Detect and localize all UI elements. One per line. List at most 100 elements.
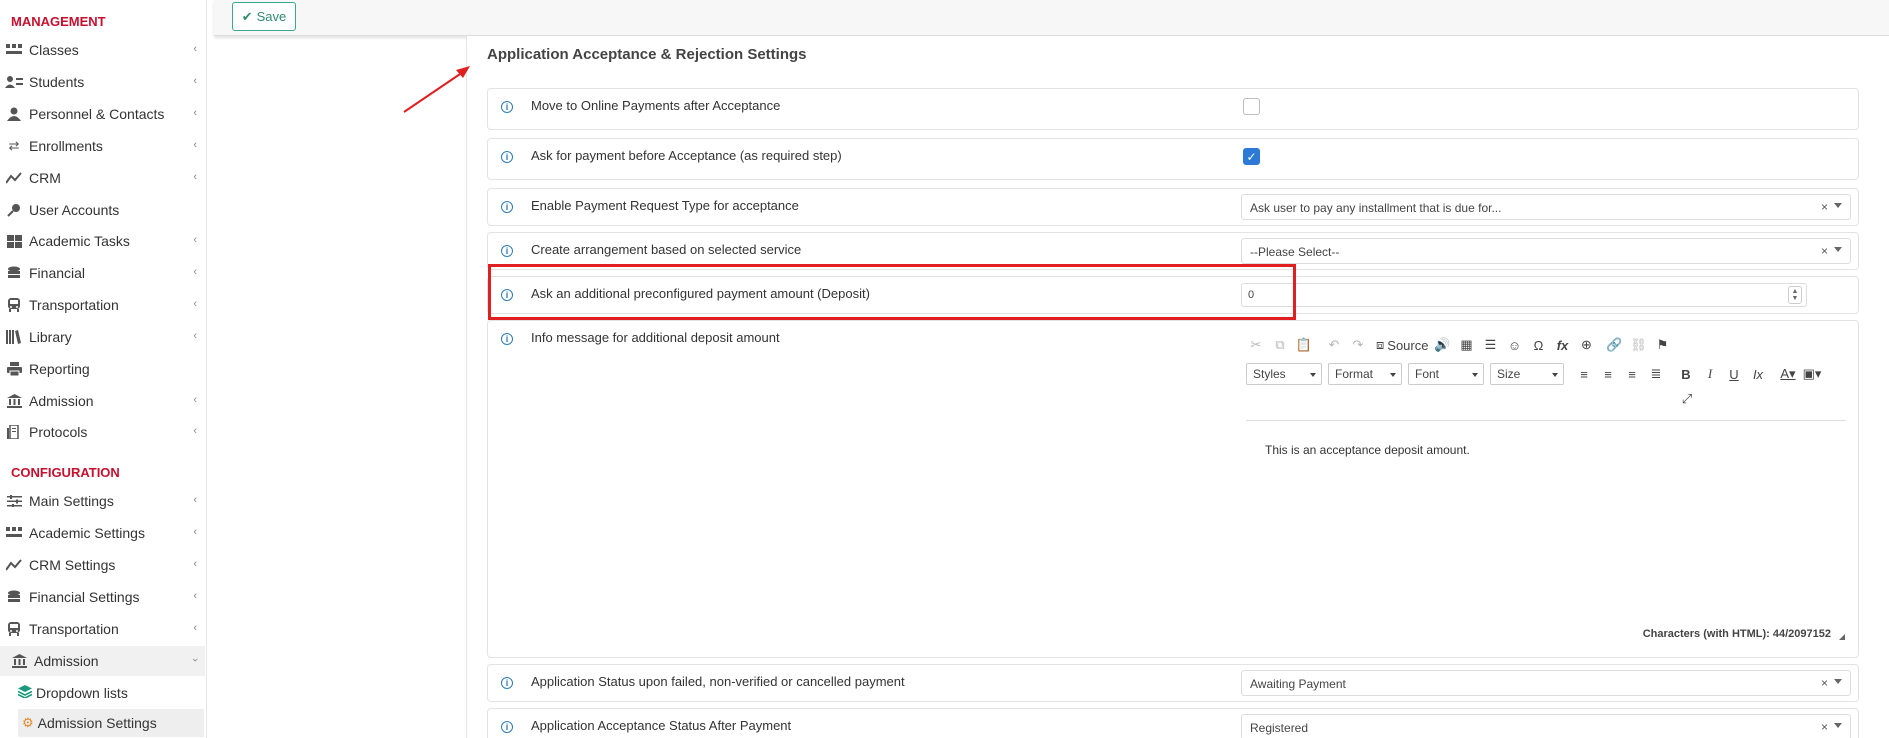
maximize-icon[interactable]: ⤢: [1677, 389, 1697, 409]
sidebar-item-library[interactable]: Library ‹: [0, 322, 205, 352]
setting-row-failed-status: i Application Status upon failed, non-ve…: [487, 664, 1859, 702]
select-value: --Please Select--: [1250, 245, 1340, 259]
sidebar-item-label: Admission: [34, 653, 99, 669]
sidebar-item-user-accounts[interactable]: User Accounts: [0, 195, 205, 225]
chevron-left-icon: ‹: [193, 171, 197, 183]
sidebar-item-financial[interactable]: Financial ‹: [0, 258, 205, 288]
unlink-icon[interactable]: ⛓: [1628, 335, 1648, 355]
chevron-left-icon: ‹: [193, 43, 197, 55]
justify-icon[interactable]: ≣: [1646, 364, 1666, 384]
underline-icon[interactable]: U: [1724, 364, 1744, 384]
format-combo[interactable]: Format: [1328, 363, 1402, 385]
sidebar-item-transportation[interactable]: Transportation ‹: [0, 290, 205, 320]
acceptance-status-select[interactable]: Registered ×: [1241, 714, 1851, 738]
smiley-icon[interactable]: ☺: [1504, 335, 1524, 355]
setting-label: Move to Online Payments after Acceptance: [531, 98, 781, 113]
sidebar-item-crm-settings[interactable]: CRM Settings ‹: [0, 550, 205, 580]
font-combo[interactable]: Font: [1408, 363, 1484, 385]
payment-request-type-select[interactable]: Ask user to pay any installment that is …: [1241, 194, 1851, 220]
sidebar-subitem-admission-settings[interactable]: ⚙ Admission Settings: [18, 709, 204, 737]
text-color-icon[interactable]: A▾: [1778, 364, 1798, 384]
info-icon: i: [501, 721, 513, 733]
table-icon[interactable]: ▦: [1456, 335, 1476, 355]
clear-icon[interactable]: ×: [1821, 720, 1828, 734]
chevron-left-icon: ‹: [193, 622, 197, 634]
key-icon: [3, 203, 25, 217]
bold-icon[interactable]: B: [1676, 364, 1696, 384]
special-char-icon[interactable]: Ω: [1528, 335, 1548, 355]
sidebar-item-label: Classes: [29, 42, 79, 58]
size-combo[interactable]: Size: [1490, 363, 1564, 385]
sidebar-item-protocols[interactable]: Protocols ‹: [0, 417, 205, 447]
background-color-icon[interactable]: ▣▾: [1802, 364, 1822, 384]
sidebar-item-academic-tasks[interactable]: Academic Tasks ‹: [0, 226, 205, 256]
sidebar-item-students[interactable]: Students ‹: [0, 67, 205, 97]
sidebar-item-financial-settings[interactable]: Financial Settings ‹: [0, 582, 205, 612]
clear-icon[interactable]: ×: [1821, 200, 1828, 214]
chevron-left-icon: ‹: [193, 266, 197, 278]
chevron-left-icon: ‹: [193, 298, 197, 310]
anchor-flag-icon[interactable]: ⚑: [1652, 335, 1672, 355]
sidebar-item-label: Reporting: [29, 361, 90, 377]
online-payments-checkbox[interactable]: [1243, 98, 1260, 115]
chevron-left-icon: ‹: [193, 75, 197, 87]
styles-combo[interactable]: Styles: [1246, 363, 1322, 385]
sidebar-item-label: User Accounts: [29, 202, 120, 218]
source-label: Source: [1387, 337, 1429, 353]
setting-row-payment-request-type: i Enable Payment Request Type for accept…: [487, 188, 1859, 226]
speaker-icon[interactable]: 🔊: [1432, 335, 1452, 355]
editor-content[interactable]: This is an acceptance deposit amount.: [1265, 443, 1470, 457]
sidebar-item-label: Library: [29, 329, 72, 345]
redo-icon[interactable]: ↷: [1348, 335, 1368, 355]
sidebar-item-label: Academic Settings: [29, 525, 145, 541]
source-button[interactable]: ⧈ Source: [1376, 335, 1428, 355]
rich-text-editor: ✂ ⧉ 📋 ↶ ↷ ⧈ Source 🔊 ▦ ☰ ☺ Ω fx ⊕ 🔗 ⛓ ⚑ S…: [1241, 327, 1851, 652]
setting-label: Info message for additional deposit amou…: [531, 330, 780, 345]
info-icon: i: [501, 245, 513, 257]
link-icon[interactable]: 🔗: [1604, 335, 1624, 355]
payment-before-checkbox[interactable]: ✓: [1243, 148, 1260, 165]
align-center-icon[interactable]: ≡: [1598, 364, 1618, 384]
sidebar-subitem-label: Admission Settings: [37, 715, 157, 731]
horizontal-line-icon[interactable]: ☰: [1480, 335, 1500, 355]
setting-row-acceptance-status: i Application Acceptance Status After Pa…: [487, 708, 1859, 738]
configuration-section-title: CONFIGURATION: [11, 465, 120, 480]
sidebar: MANAGEMENT Classes ‹ Students ‹ Personne…: [0, 0, 207, 738]
save-button[interactable]: ✔ Save: [232, 2, 296, 31]
sidebar-item-main-settings[interactable]: Main Settings ‹: [0, 486, 205, 516]
undo-icon[interactable]: ↶: [1324, 335, 1344, 355]
select-value: Ask user to pay any installment that is …: [1250, 201, 1502, 215]
globe-icon[interactable]: ⊕: [1576, 335, 1596, 355]
sidebar-subitem-dropdown-lists[interactable]: Dropdown lists: [17, 679, 204, 707]
number-spinner[interactable]: ▲ ▼: [1788, 286, 1802, 304]
clear-icon[interactable]: ×: [1821, 244, 1828, 258]
top-toolbar: ✔ Save: [214, 0, 1889, 36]
cut-icon[interactable]: ✂: [1246, 335, 1266, 355]
sidebar-item-crm[interactable]: CRM ‹: [0, 163, 205, 193]
sidebar-item-personnel[interactable]: Personnel & Contacts ‹: [0, 99, 205, 129]
align-right-icon[interactable]: ≡: [1622, 364, 1642, 384]
resize-handle-icon[interactable]: [1839, 634, 1845, 640]
formula-icon[interactable]: fx: [1552, 335, 1572, 355]
sidebar-item-label: Financial Settings: [29, 589, 140, 605]
deposit-amount-input[interactable]: 0 ▲ ▼: [1241, 283, 1807, 307]
editor-toolbar-row-3: ⤢: [1677, 389, 1701, 409]
sidebar-item-classes[interactable]: Classes ‹: [0, 35, 205, 65]
arrangement-select[interactable]: --Please Select-- ×: [1241, 238, 1851, 264]
sidebar-item-reporting[interactable]: Reporting: [0, 354, 205, 384]
sidebar-item-admission[interactable]: Admission ‹: [0, 386, 205, 416]
remove-format-icon[interactable]: Ix: [1748, 364, 1768, 384]
copy-icon[interactable]: ⧉: [1270, 335, 1290, 355]
sidebar-item-admission-settings-group[interactable]: Admission ›: [0, 646, 205, 676]
align-left-icon[interactable]: ≡: [1574, 364, 1594, 384]
sidebar-item-label: Transportation: [29, 297, 119, 313]
sidebar-item-academic-settings[interactable]: Academic Settings ‹: [0, 518, 205, 548]
sidebar-item-transportation-settings[interactable]: Transportation ‹: [0, 614, 205, 644]
chevron-left-icon: ‹: [193, 425, 197, 437]
sidebar-item-enrollments[interactable]: ⇄ Enrollments ‹: [0, 131, 205, 161]
sidebar-item-label: Students: [29, 74, 85, 90]
paste-icon[interactable]: 📋: [1294, 335, 1314, 355]
italic-icon[interactable]: I: [1700, 364, 1720, 384]
failed-status-select[interactable]: Awaiting Payment ×: [1241, 670, 1851, 696]
clear-icon[interactable]: ×: [1821, 676, 1828, 690]
